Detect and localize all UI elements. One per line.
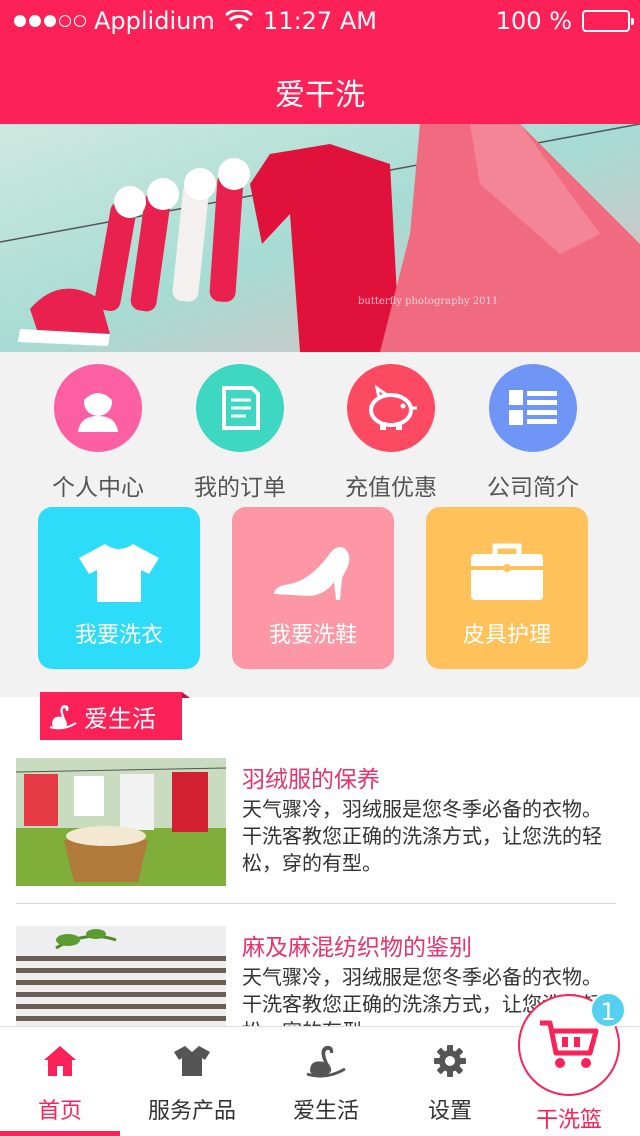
swan-icon (49, 705, 77, 730)
article-summary: 天气骤冷，羽绒服是您冬季必备的衣物。干洗客教您正确的洗涤方式，让您洗的轻松，穿的… (242, 797, 602, 875)
cart-label: 干洗篮 (535, 1108, 602, 1133)
menu-recharge[interactable]: 充值优惠 (316, 364, 466, 502)
article-item[interactable]: 羽绒服的保养 天气骤冷，羽绒服是您冬季必备的衣物。干洗客教您正确的洗涤方式，让您… (16, 758, 624, 890)
status-bar: Applidium 11:27 AM 100 % (0, 0, 640, 40)
cart-icon (540, 1020, 599, 1068)
banner-watermark: butterfly photography 2011 (358, 296, 498, 307)
wash-clothes-label: 我要洗衣 (74, 623, 163, 648)
article-title: 羽绒服的保养 (242, 767, 380, 793)
divider (16, 903, 616, 904)
section-tag-love-life: 爱生活 (40, 692, 190, 740)
article-title: 麻及麻混纺织物的鉴别 (242, 935, 472, 961)
piggy-bank-icon (369, 384, 417, 430)
swan-icon (306, 1045, 346, 1078)
recharge-circle (347, 364, 435, 452)
menu-company-label: 公司简介 (487, 475, 579, 501)
orders-circle (196, 364, 284, 452)
leather-care-label: 皮具护理 (462, 623, 551, 648)
menu-profile-label: 个人中心 (52, 475, 144, 501)
home-icon (44, 1046, 76, 1076)
gear-icon (434, 1045, 466, 1077)
article-thumbnail (16, 926, 226, 1026)
briefcase-icon (471, 543, 543, 600)
tshirt-icon (79, 544, 159, 602)
quick-menu-section: 个人中心 我的订单 充值优惠 公司简介 我要洗衣 我要洗鞋 皮具护理 (0, 352, 640, 697)
wash-clothes-tile[interactable]: 我要洗衣 (38, 507, 200, 669)
cart-count-badge: 1 (590, 992, 626, 1028)
hero-banner[interactable]: butterfly photography 2011 (0, 124, 640, 352)
person-icon (78, 388, 118, 432)
battery-percent: 100 % (495, 7, 572, 35)
cart-button[interactable]: 1 干洗篮 (518, 992, 626, 1136)
company-circle (489, 364, 577, 452)
leather-care-tile[interactable]: 皮具护理 (426, 507, 588, 669)
wash-shoes-tile[interactable]: 我要洗鞋 (232, 507, 394, 669)
tab-services-label: 服务产品 (147, 1099, 236, 1124)
menu-company[interactable]: 公司简介 (458, 364, 608, 502)
list-icon (509, 390, 557, 425)
shirt-icon (174, 1046, 210, 1076)
menu-recharge-label: 充值优惠 (345, 475, 437, 501)
banner-image: butterfly photography 2011 (0, 124, 640, 352)
menu-profile[interactable]: 个人中心 (23, 364, 173, 502)
tab-settings[interactable]: 设置 (390, 1027, 510, 1136)
top-bar: Applidium 11:27 AM 100 % 爱干洗 (0, 0, 640, 124)
high-heel-icon (274, 547, 350, 600)
tab-home[interactable]: 首页 (0, 1027, 120, 1136)
menu-orders[interactable]: 我的订单 (165, 364, 315, 502)
tab-love-life-label: 爱生活 (292, 1099, 359, 1124)
tab-love-life[interactable]: 爱生活 (266, 1027, 386, 1136)
battery-icon (582, 10, 634, 32)
article-thumbnail (16, 758, 226, 886)
tab-home-label: 首页 (37, 1099, 82, 1124)
menu-orders-label: 我的订单 (194, 475, 286, 501)
section-title: 爱生活 (84, 704, 156, 733)
page-title: 爱干洗 (275, 78, 365, 113)
tab-settings-label: 设置 (427, 1099, 472, 1124)
document-icon (222, 386, 260, 430)
wash-shoes-label: 我要洗鞋 (268, 623, 357, 648)
profile-circle (54, 364, 142, 452)
tab-services[interactable]: 服务产品 (132, 1027, 252, 1136)
